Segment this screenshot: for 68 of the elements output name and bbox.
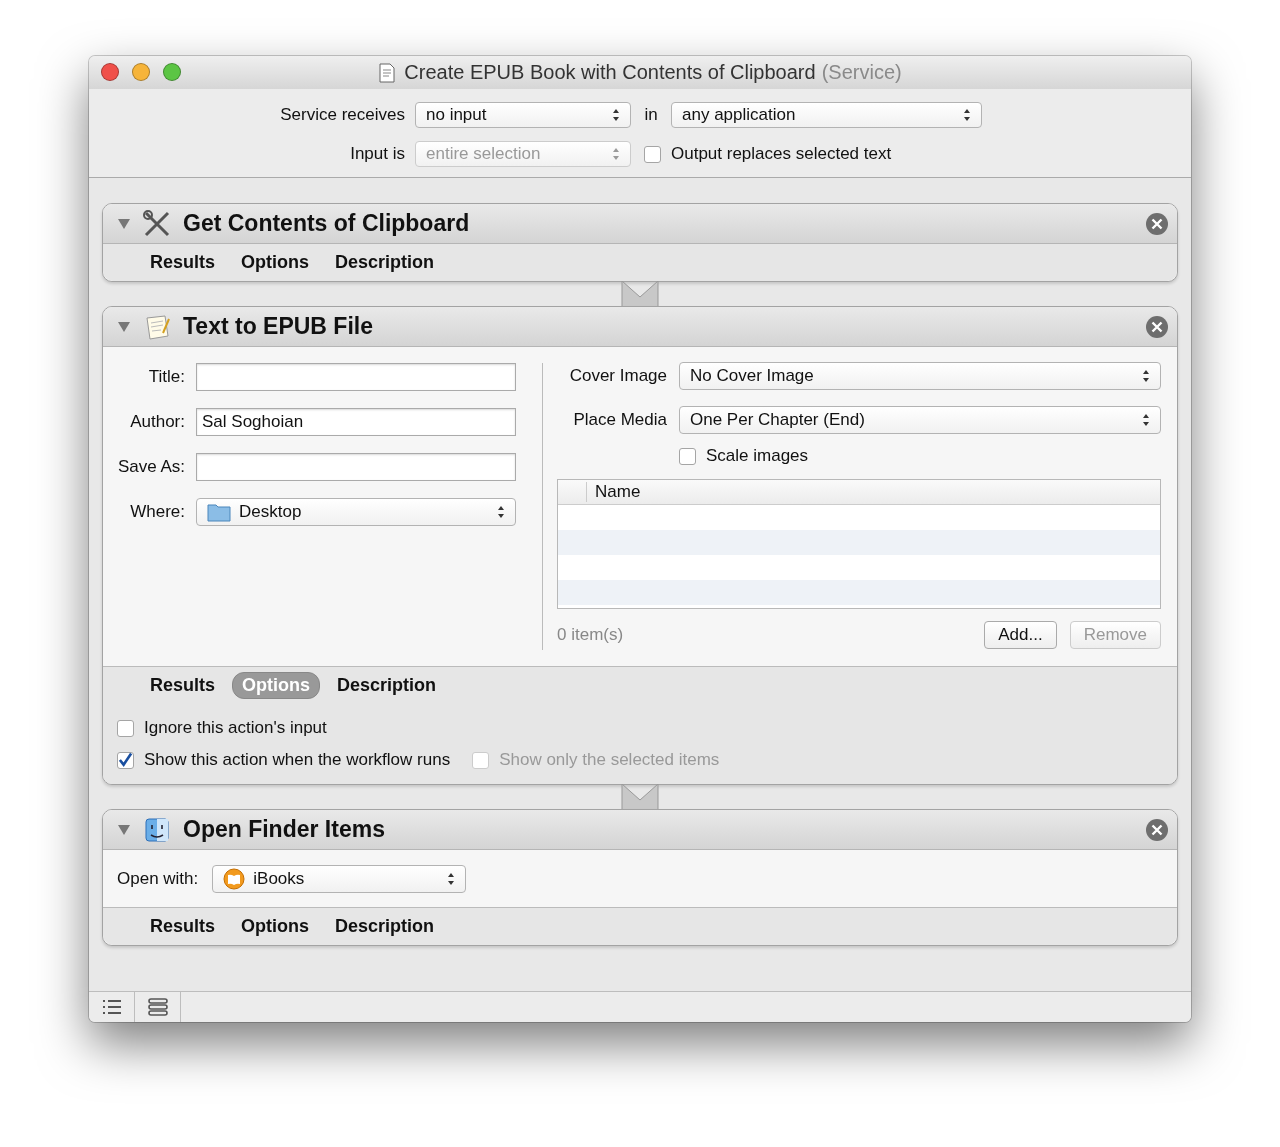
field-label: Open with: [117,868,199,889]
action-tab[interactable]: Description [326,914,444,939]
up-down-arrows-icon [1142,369,1150,383]
column-header[interactable]: Name [586,482,641,502]
close-window-button[interactable] [101,63,119,81]
up-down-arrows-icon [963,108,971,122]
text-field[interactable] [196,363,516,391]
field-label: Input is [349,144,406,164]
close-icon[interactable] [1145,817,1169,842]
up-down-arrows-icon [1142,413,1150,427]
disclosure-triangle-icon[interactable] [117,217,131,230]
minimize-window-button[interactable] [132,63,150,81]
up-down-arrows-icon [612,108,620,122]
checkbox[interactable] [679,447,696,465]
table-button[interactable]: Add... [984,621,1057,649]
action-title: Get Contents of Clipboard [183,210,470,237]
disclosure-triangle-icon[interactable] [117,320,131,333]
folder-icon [207,502,231,522]
finder-face-icon [143,815,171,844]
checkbox[interactable] [117,719,134,737]
close-icon[interactable] [1145,211,1169,236]
zoom-window-button[interactable] [163,63,181,81]
stacked-rows-icon [146,998,169,1016]
field-label: Service receives [279,105,406,125]
checkbox-label: Ignore this action's input [144,718,327,738]
action-tab[interactable]: Results [141,914,225,939]
disclosure-triangle-icon[interactable] [117,823,131,836]
action-tab[interactable]: Results [141,673,225,698]
up-down-arrows-icon [497,505,505,519]
action-title: Text to EPUB File [183,313,373,340]
field-label: Where: [129,502,185,522]
action-tab[interactable]: Description [326,250,444,275]
cover-image-popup[interactable]: No Cover Image [679,362,1161,390]
checkbox-label: Show only the selected items [499,750,720,770]
tools-icon [143,209,171,238]
close-icon[interactable] [1145,314,1169,339]
field-label: Save As: [116,457,185,477]
place-media-popup[interactable]: One Per Chapter (End) [679,406,1161,434]
item-count: 0 item(s) [557,625,624,645]
document-icon [378,62,397,83]
up-down-arrows-icon [447,871,456,886]
up-down-arrows-icon [612,147,620,161]
action-tab[interactable]: Options [232,250,319,275]
field-label: Author: [129,412,185,432]
field-label: Cover Image [568,366,667,386]
action-tab[interactable]: Options [232,914,319,939]
checkbox[interactable] [644,145,661,163]
checkbox-label: Show this action when the workflow runs [144,750,451,770]
book-app-icon [223,867,246,890]
field-label: Title: [147,367,185,387]
text-field[interactable] [196,453,516,481]
list-icon [100,998,123,1016]
where-popup[interactable]: Desktop [196,498,516,526]
field-label: Place Media [572,410,667,430]
action-title: Open Finder Items [183,816,385,843]
action-tab[interactable]: Results [141,250,225,275]
text-field[interactable]: Sal Soghoian [196,408,516,436]
window-title: Create EPUB Book with Contents of Clipboard [404,61,816,84]
note-page-icon [143,312,171,341]
receives-popup[interactable]: no input [415,102,631,128]
checkbox-label: Scale images [706,446,809,466]
window-title-suffix: (Service) [821,61,902,84]
checkbox[interactable] [117,751,134,769]
action-tab[interactable]: Description [328,673,446,698]
open-with-popup[interactable]: iBooks [212,864,467,893]
field-label: in [643,105,659,125]
checkbox-label: Output replaces selected text [671,144,892,164]
application-popup[interactable]: any application [671,102,982,128]
